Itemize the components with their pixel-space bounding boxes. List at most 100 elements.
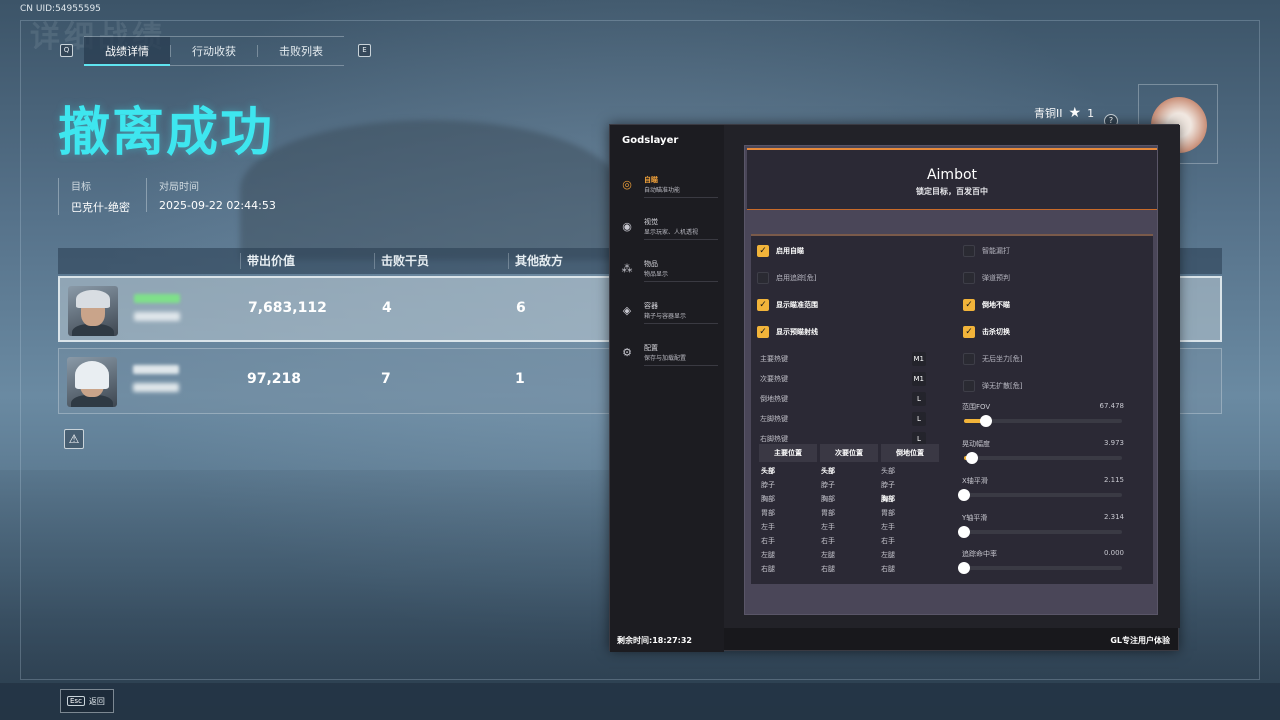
- bone-option[interactable]: 胸部: [761, 494, 775, 504]
- panel-content: Aimbot 锁定目标，百发百中 ✓ 启用自瞄 启用追踪[危] ✓ 显示瞄准范围: [724, 125, 1180, 628]
- option-label: 启用自瞄: [776, 247, 804, 255]
- slider-label: X轴平滑: [962, 477, 988, 485]
- slider-y-smooth[interactable]: Y轴平滑 2.314: [958, 513, 1124, 543]
- bottom-bar: Esc 返回: [0, 683, 1280, 720]
- slider-track[interactable]: [964, 452, 1122, 464]
- slider-fov[interactable]: 范围FOV 67.478: [962, 402, 1124, 432]
- bone-option[interactable]: 左手: [761, 522, 775, 532]
- tab-kill-list[interactable]: 击败列表: [258, 37, 344, 65]
- nav-title: 自瞄: [644, 176, 658, 184]
- bone-option[interactable]: 胃部: [821, 508, 835, 518]
- hotkey-key[interactable]: L: [912, 412, 926, 426]
- report-warning-icon[interactable]: ⚠: [64, 429, 84, 449]
- bone-option[interactable]: 胸部: [821, 494, 835, 504]
- footer-note: GL专注用户体验: [1110, 636, 1170, 645]
- e-key-hint[interactable]: E: [358, 44, 371, 57]
- slider-label: 追踪命中率: [962, 550, 997, 558]
- hotkey-label: 次要热键: [760, 375, 788, 383]
- bone-option[interactable]: 右手: [821, 536, 835, 546]
- q-key-hint[interactable]: Q: [60, 44, 73, 57]
- checkbox-unchecked[interactable]: [757, 272, 769, 284]
- bone-option[interactable]: 右腿: [761, 564, 775, 574]
- rank-name: 青铜II: [1034, 107, 1063, 120]
- option-ballistic-prediction[interactable]: 弹道预判: [963, 271, 1010, 285]
- slider-thumb[interactable]: [958, 526, 970, 538]
- nav-item-visuals[interactable]: ◉ 视觉 显示玩家、人机透视: [618, 217, 718, 243]
- bone-option[interactable]: 左手: [821, 522, 835, 532]
- nav-title: 视觉: [644, 218, 658, 226]
- tab-bar: Q 战绩详情 行动收获 击败列表 E: [60, 36, 371, 66]
- checkbox-checked[interactable]: ✓: [757, 245, 769, 257]
- bone-option[interactable]: 胃部: [761, 508, 775, 518]
- option-no-spread[interactable]: 弹无扩散[危]: [963, 379, 1022, 393]
- header-operator-kills: 击败干员: [374, 253, 429, 269]
- header-other-enemies: 其他敌方: [508, 253, 563, 269]
- brand-name: Godslayer: [622, 135, 679, 146]
- hotkey-key[interactable]: L: [912, 392, 926, 406]
- hotkey-label: 主要热键: [760, 355, 788, 363]
- hotkey-key[interactable]: M1: [911, 372, 926, 386]
- checkbox-unchecked[interactable]: [963, 272, 975, 284]
- bone-option[interactable]: 头部: [761, 466, 775, 476]
- hotkey-secondary: 次要热键 M1: [760, 372, 926, 386]
- option-ignore-downed[interactable]: ✓ 倒地不瞄: [963, 298, 1010, 312]
- other-enemies: 6: [516, 300, 526, 316]
- slider-thumb[interactable]: [958, 489, 970, 501]
- bone-option[interactable]: 左腿: [881, 550, 895, 560]
- bone-option[interactable]: 左腿: [761, 550, 775, 560]
- bone-option[interactable]: 头部: [821, 466, 835, 476]
- bone-option[interactable]: 右腿: [881, 564, 895, 574]
- layers-icon: ◈: [622, 304, 632, 317]
- option-show-fov[interactable]: ✓ 显示瞄准范围: [757, 298, 818, 312]
- slider-track[interactable]: [964, 415, 1122, 427]
- aimbot-card: Aimbot 锁定目标，百发百中 ✓ 启用自瞄 启用追踪[危] ✓ 显示瞄准范围: [744, 145, 1158, 615]
- checkbox-checked[interactable]: ✓: [757, 326, 769, 338]
- nav-item-containers[interactable]: ◈ 容器 箱子与容器显示: [618, 301, 718, 327]
- option-smart-miss[interactable]: 智能漏打: [963, 244, 1010, 258]
- bone-option[interactable]: 左腿: [821, 550, 835, 560]
- slider-thumb[interactable]: [980, 415, 993, 427]
- bone-option[interactable]: 脖子: [761, 480, 775, 490]
- bone-option[interactable]: 脖子: [821, 480, 835, 490]
- bone-option[interactable]: 胸部: [881, 494, 895, 504]
- option-enable-tracking[interactable]: 启用追踪[危]: [757, 271, 816, 285]
- option-label: 无后坐力[危]: [982, 355, 1023, 363]
- checkbox-unchecked[interactable]: [963, 353, 975, 365]
- checkbox-checked[interactable]: ✓: [963, 326, 975, 338]
- slider-label: 晃动幅度: [962, 440, 990, 448]
- hero-subtitle: 锁定目标，百发百中: [916, 187, 988, 196]
- panel-sidebar: Godslayer ◎ 自瞄 自动瞄准功能 ◉ 视觉 显示玩家、人机透视 ⁂ 物…: [610, 125, 724, 652]
- checkbox-checked[interactable]: ✓: [757, 299, 769, 311]
- option-kill-switch[interactable]: ✓ 击杀切换: [963, 325, 1010, 339]
- checkbox-checked[interactable]: ✓: [963, 299, 975, 311]
- back-button[interactable]: Esc 返回: [60, 689, 114, 713]
- bone-option[interactable]: 右手: [881, 536, 895, 546]
- checkbox-unchecked[interactable]: [963, 380, 975, 392]
- option-enable-aimbot[interactable]: ✓ 启用自瞄: [757, 244, 804, 258]
- bone-option[interactable]: 胃部: [881, 508, 895, 518]
- bone-option[interactable]: 左手: [881, 522, 895, 532]
- hotkey-key[interactable]: M1: [911, 352, 926, 366]
- tab-action-rewards[interactable]: 行动收获: [171, 37, 257, 65]
- checkbox-unchecked[interactable]: [963, 245, 975, 257]
- slider-tracking-hit-rate[interactable]: 追踪命中率 0.000: [958, 549, 1124, 579]
- slider-track[interactable]: [958, 562, 1122, 574]
- slider-track[interactable]: [958, 526, 1122, 538]
- slider-track[interactable]: [958, 489, 1122, 501]
- nav-item-aimbot[interactable]: ◎ 自瞄 自动瞄准功能: [618, 175, 718, 201]
- bone-option[interactable]: 右腿: [821, 564, 835, 574]
- slider-shake[interactable]: 晃动幅度 3.973: [962, 439, 1124, 469]
- option-label: 倒地不瞄: [982, 301, 1010, 309]
- slider-thumb[interactable]: [958, 562, 970, 574]
- bone-option[interactable]: 右手: [761, 536, 775, 546]
- bone-option[interactable]: 头部: [881, 466, 895, 476]
- nav-item-items[interactable]: ⁂ 物品 物品显示: [618, 259, 718, 285]
- option-show-aim-line[interactable]: ✓ 显示预瞄射线: [757, 325, 818, 339]
- option-no-recoil[interactable]: 无后坐力[危]: [963, 352, 1022, 366]
- bone-option[interactable]: 脖子: [881, 480, 895, 490]
- slider-x-smooth[interactable]: X轴平滑 2.115: [958, 476, 1124, 506]
- tab-match-details[interactable]: 战绩详情: [84, 37, 170, 66]
- blurred-player-name: [133, 365, 179, 374]
- slider-thumb[interactable]: [965, 452, 978, 464]
- nav-item-config[interactable]: ⚙ 配置 保存与加载配置: [618, 343, 718, 369]
